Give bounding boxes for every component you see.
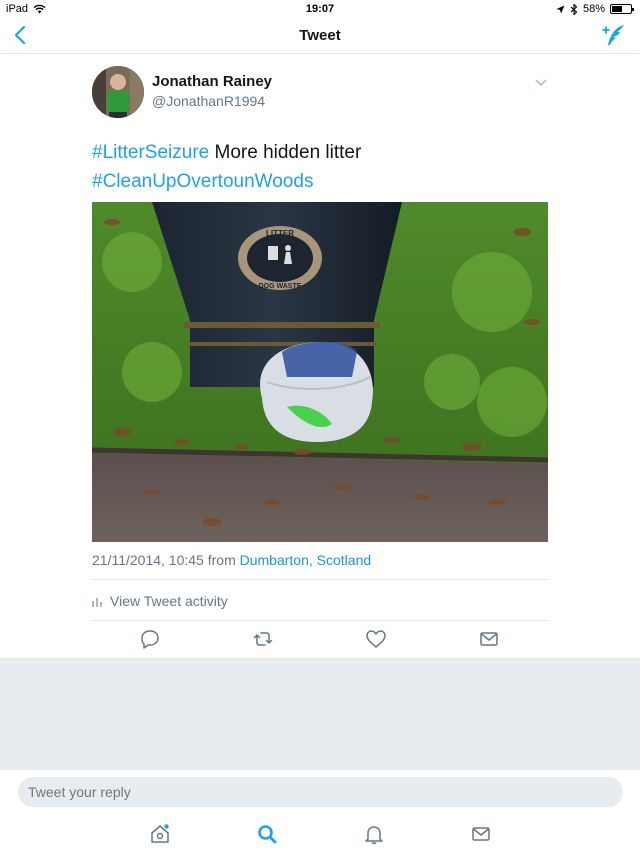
bar-chart-icon [92, 597, 102, 607]
hashtag-litterseizure[interactable]: #LitterSeizure [92, 142, 209, 163]
clock: 19:07 [305, 3, 335, 15]
timestamp-text: 21/11/2014, 10:45 from [92, 552, 240, 568]
tab-bar [0, 813, 640, 853]
direct-message-icon[interactable] [478, 628, 500, 650]
sign-litter-text: LITTER [266, 229, 294, 238]
author[interactable]: Jonathan Rainey @JonathanR1994 [152, 73, 272, 109]
tweet-body: More hidden litter [209, 142, 362, 163]
bluetooth-icon [570, 3, 578, 15]
search-icon[interactable] [256, 823, 278, 845]
like-heart-icon[interactable] [365, 628, 387, 650]
view-tweet-activity[interactable]: View Tweet activity [92, 593, 228, 609]
tweet-actions [92, 628, 548, 652]
messages-icon[interactable] [470, 823, 492, 845]
conversation-background [0, 658, 640, 769]
reply-input[interactable] [18, 777, 623, 807]
avatar[interactable] [92, 66, 144, 118]
divider [92, 579, 548, 580]
sign-dogwaste-text: DOG WASTE [259, 283, 302, 290]
location-link[interactable]: Dumbarton, Scotland [240, 552, 372, 568]
hashtag-cleanupovertounwoods[interactable]: #CleanUpOvertounWoods [92, 171, 313, 192]
notifications-bell-icon[interactable] [363, 823, 385, 845]
reply-bar [0, 769, 640, 813]
battery-icon [610, 4, 634, 14]
location-icon [556, 5, 565, 13]
chevron-down-icon[interactable] [534, 77, 548, 87]
status-bar: iPad 19:07 58% [0, 0, 640, 18]
home-icon[interactable] [149, 823, 171, 845]
navigation-bar: Tweet [0, 18, 640, 54]
tweet-timestamp: 21/11/2014, 10:45 from Dumbarton, Scotla… [92, 552, 371, 568]
activity-label: View Tweet activity [110, 593, 228, 609]
battery-percent: 58% [582, 3, 605, 15]
divider [92, 620, 548, 621]
tweet-photo[interactable]: LITTER DOG WASTE [92, 202, 548, 542]
reply-icon[interactable] [139, 628, 161, 650]
retweet-icon[interactable] [252, 628, 274, 650]
page-title: Tweet [299, 27, 341, 44]
author-name: Jonathan Rainey [152, 73, 273, 90]
tweet-text: #LitterSeizure More hidden litter #Clean… [92, 138, 548, 196]
author-handle: @JonathanR1994 [152, 93, 266, 109]
compose-tweet-icon[interactable] [600, 23, 626, 47]
